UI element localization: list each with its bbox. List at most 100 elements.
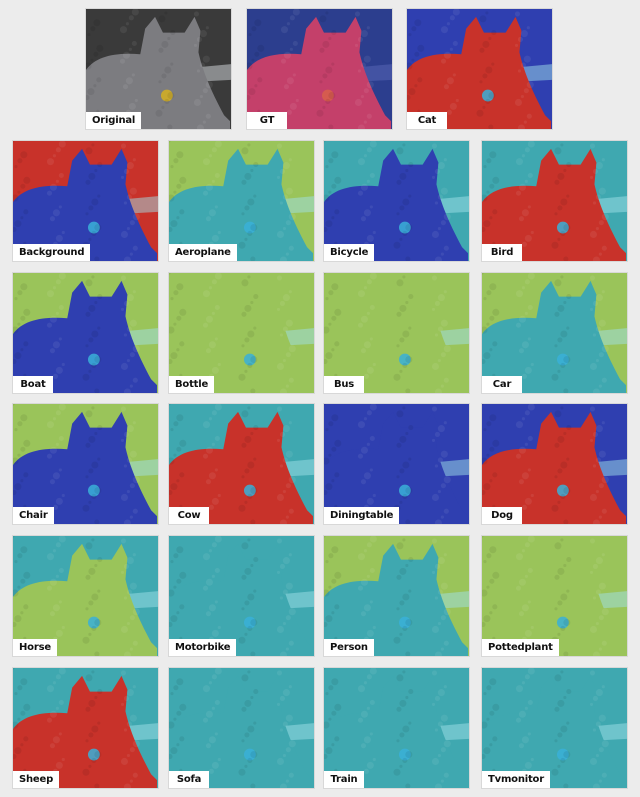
- texture-speckle: [176, 578, 182, 584]
- heatmap-image: [13, 668, 158, 788]
- texture-speckle: [205, 216, 212, 222]
- texture-speckle: [250, 487, 258, 495]
- texture-speckle: [288, 290, 292, 294]
- texture-speckle: [288, 476, 296, 484]
- texture-speckle: [592, 728, 597, 732]
- texture-speckle: [357, 685, 366, 693]
- texture-speckle: [288, 345, 296, 353]
- texture-speckle: [408, 425, 414, 431]
- texture-speckle: [334, 472, 340, 478]
- texture-speckle: [58, 600, 62, 604]
- texture-speckle: [85, 706, 91, 712]
- texture-speckle: [88, 567, 96, 575]
- texture-speckle: [49, 710, 57, 718]
- texture-speckle: [288, 772, 294, 778]
- texture-speckle: [126, 589, 132, 595]
- texture-speckle: [328, 190, 332, 194]
- texture-speckle: [443, 640, 449, 646]
- texture-speckle: [554, 279, 562, 287]
- texture-speckle: [601, 740, 609, 748]
- texture-speckle: [437, 194, 443, 200]
- texture-speckle: [126, 226, 130, 231]
- texture-speckle: [393, 636, 401, 644]
- texture-speckle: [408, 689, 414, 695]
- texture-speckle: [408, 589, 412, 593]
- texture-speckle: [595, 457, 601, 463]
- texture-speckle: [434, 464, 439, 468]
- texture-speckle: [288, 608, 296, 616]
- texture-speckle: [88, 632, 92, 636]
- texture-speckle: [366, 410, 372, 416]
- texture-speckle: [205, 611, 212, 617]
- texture-speckle: [93, 51, 99, 57]
- texture-speckle: [202, 685, 211, 693]
- texture-speckle: [437, 489, 441, 494]
- texture-speckle: [52, 472, 60, 480]
- texture-speckle: [58, 468, 62, 472]
- texture-speckle: [598, 515, 602, 519]
- texture-speckle: [88, 337, 94, 343]
- texture-speckle: [276, 625, 285, 633]
- texture-speckle: [205, 81, 213, 89]
- texture-speckle: [88, 205, 94, 211]
- texture-speckle: [598, 714, 606, 722]
- texture-speckle: [129, 319, 137, 327]
- texture-speckle: [241, 344, 245, 348]
- panel-motorbike: Motorbike: [168, 535, 315, 657]
- texture-speckle: [208, 472, 216, 480]
- texture-speckle: [164, 11, 168, 15]
- texture-speckle: [557, 205, 563, 211]
- texture-speckle: [170, 62, 174, 66]
- texture-speckle: [85, 442, 91, 448]
- texture-speckle: [518, 578, 526, 586]
- texture-speckle: [437, 753, 441, 758]
- texture-speckle: [82, 768, 90, 776]
- texture-speckle: [589, 406, 596, 412]
- texture-speckle: [61, 625, 65, 630]
- texture-speckle: [288, 213, 296, 221]
- texture-speckle: [211, 629, 219, 637]
- texture-speckle: [527, 600, 531, 604]
- texture-speckle: [325, 297, 329, 301]
- texture-speckle: [560, 493, 566, 500]
- texture-speckle: [49, 348, 56, 354]
- texture-speckle: [87, 33, 91, 37]
- texture-speckle: [489, 743, 493, 747]
- texture-speckle: [331, 151, 339, 159]
- texture-speckle: [366, 147, 372, 153]
- texture-speckle: [491, 62, 495, 66]
- texture-speckle: [285, 483, 291, 489]
- texture-speckle: [366, 574, 370, 578]
- texture-speckle: [363, 417, 368, 421]
- texture-speckle: [434, 168, 440, 175]
- texture-speckle: [526, 113, 532, 119]
- texture-speckle: [331, 414, 339, 422]
- texture-speckle: [589, 307, 594, 311]
- texture-speckle: [58, 304, 64, 310]
- texture-speckle: [363, 154, 368, 158]
- texture-speckle: [120, 230, 129, 238]
- texture-speckle: [595, 194, 601, 200]
- panel-label: Chair: [13, 507, 54, 524]
- texture-speckle: [417, 44, 425, 52]
- texture-speckle: [492, 703, 500, 711]
- texture-speckle: [122, 51, 130, 59]
- texture-speckle: [363, 549, 368, 553]
- texture-speckle: [176, 546, 184, 554]
- texture-speckle: [331, 546, 339, 554]
- texture-speckle: [595, 358, 599, 363]
- texture-speckle: [17, 453, 21, 457]
- texture-speckle: [132, 421, 136, 425]
- texture-speckle: [241, 574, 247, 580]
- texture-speckle: [85, 674, 93, 682]
- texture-speckle: [560, 757, 566, 764]
- texture-speckle: [91, 493, 97, 500]
- texture-speckle: [94, 224, 102, 232]
- texture-speckle: [366, 629, 374, 637]
- texture-speckle: [520, 94, 524, 99]
- texture-speckle: [279, 201, 284, 205]
- texture-speckle: [52, 209, 60, 217]
- texture-speckle: [521, 286, 526, 290]
- texture-speckle: [482, 40, 490, 48]
- texture-speckle: [49, 216, 56, 222]
